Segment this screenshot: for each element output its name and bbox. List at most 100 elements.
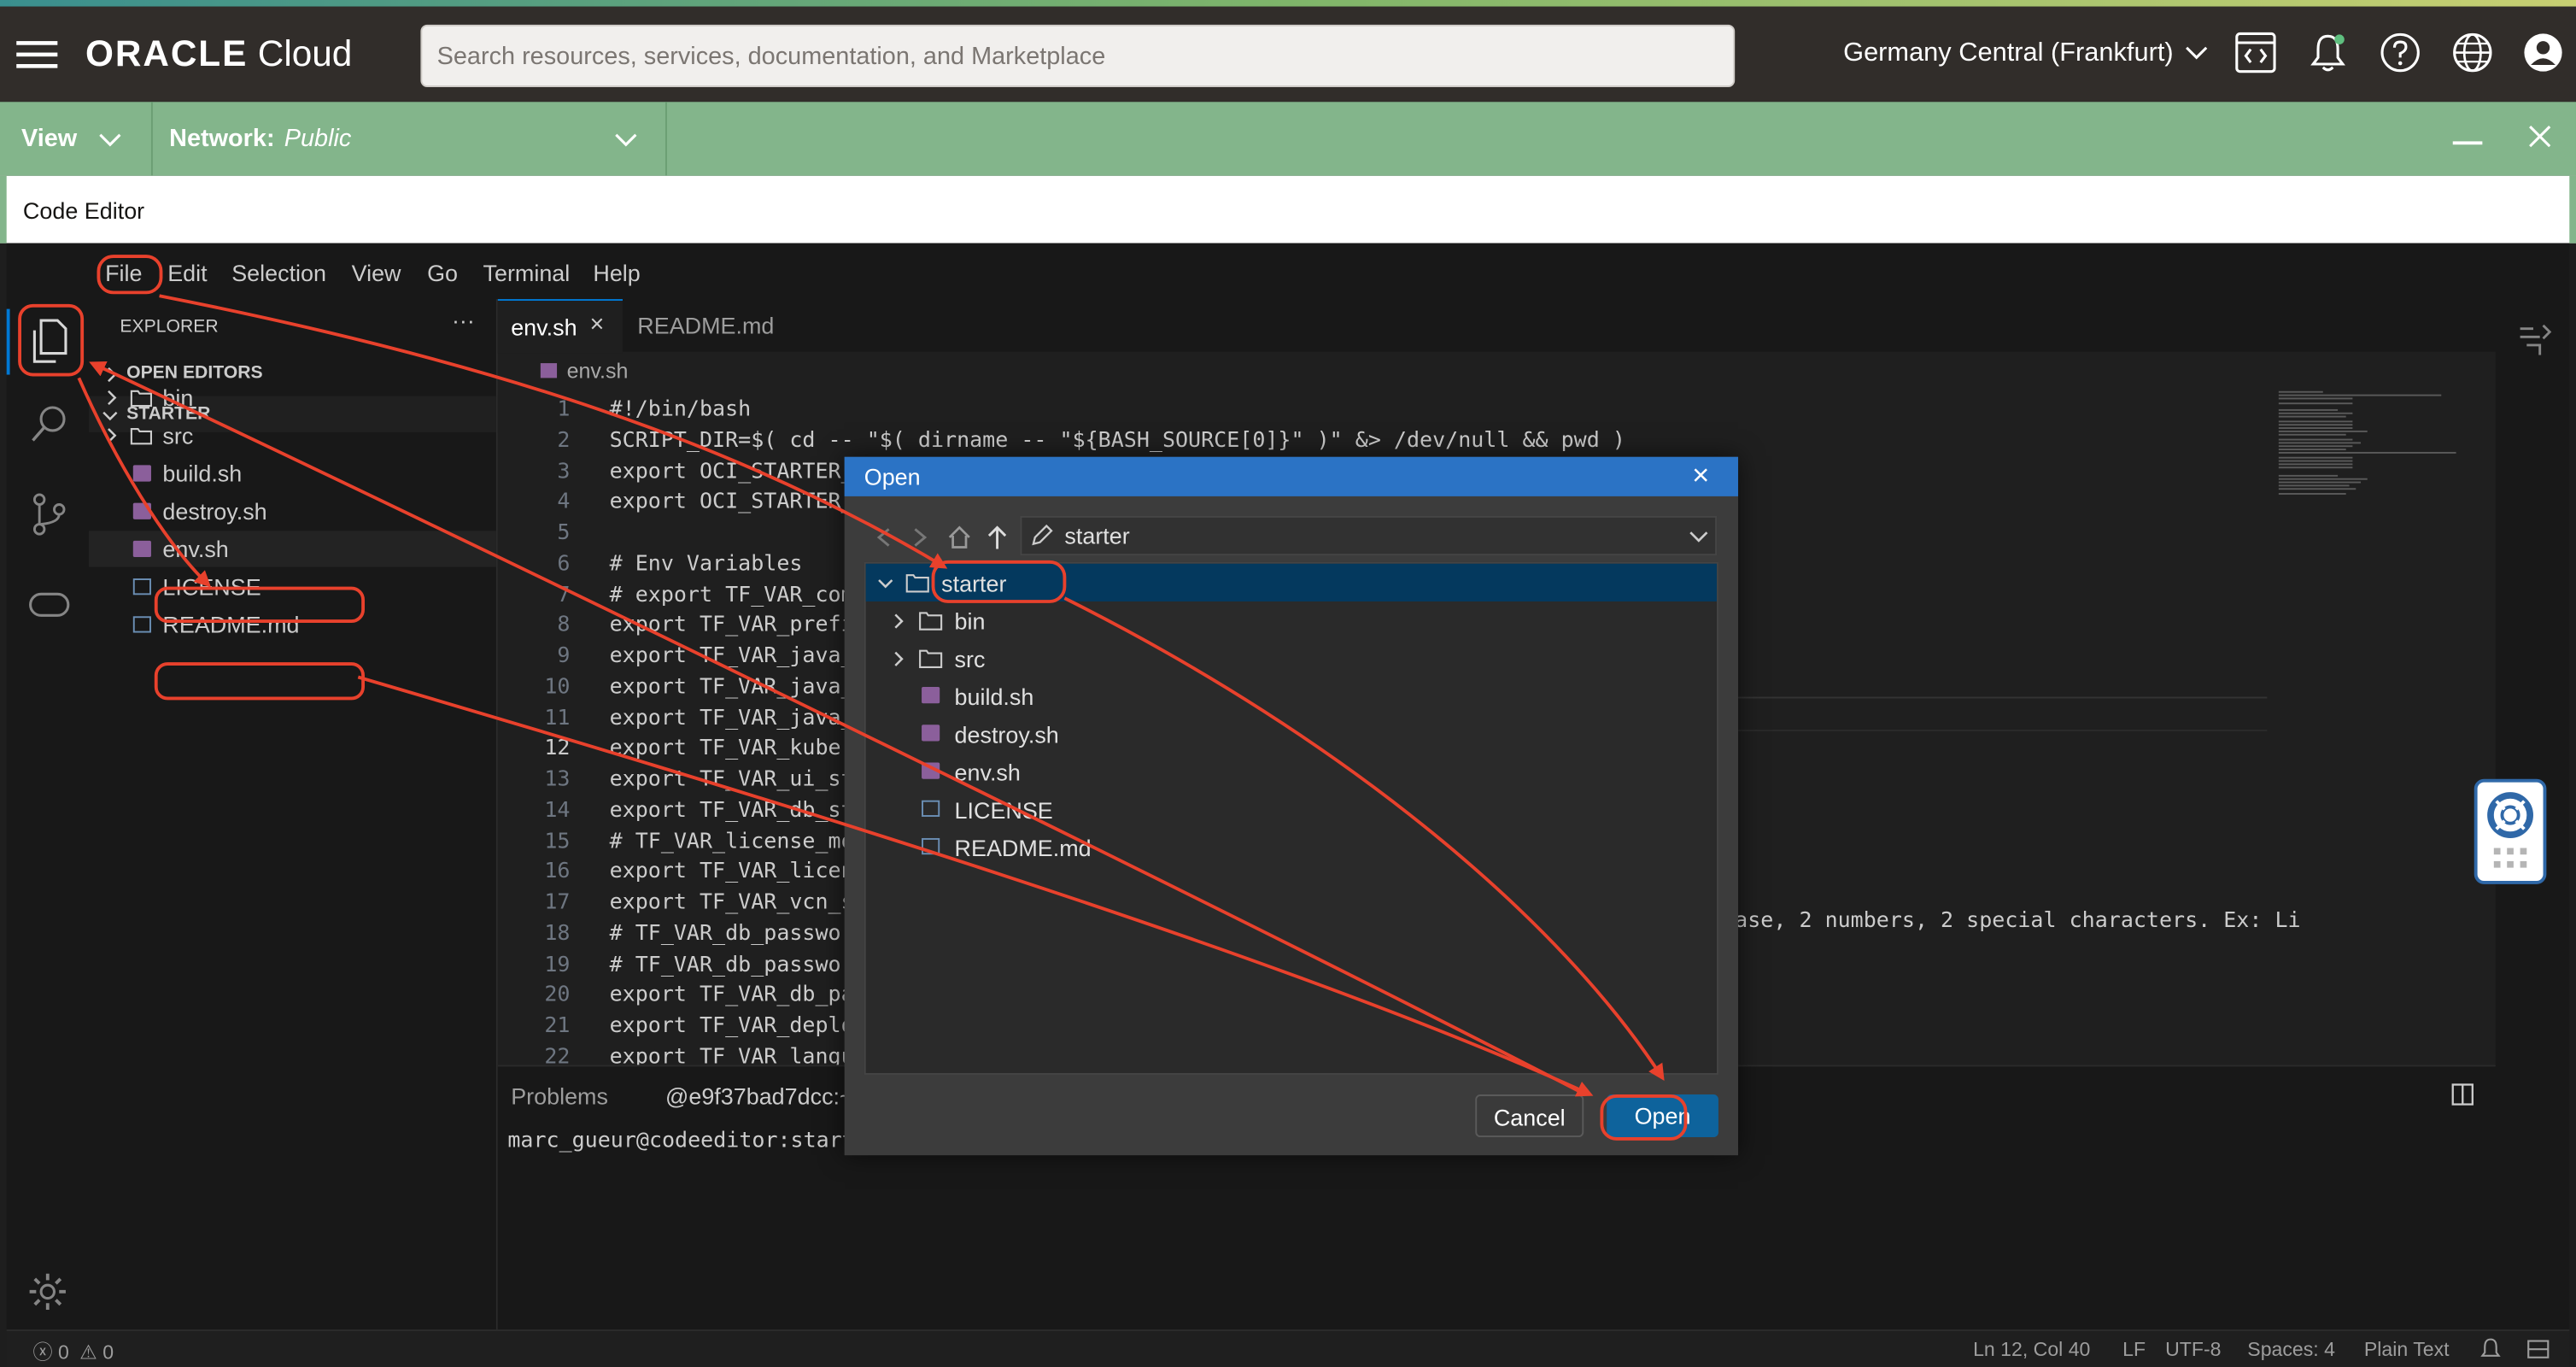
folder-icon: [905, 574, 929, 593]
home-icon[interactable]: [946, 525, 973, 551]
menu-file[interactable]: File: [105, 260, 142, 286]
source-control-icon[interactable]: [30, 493, 69, 536]
path-input[interactable]: starter: [1020, 515, 1718, 556]
forward-icon[interactable]: [910, 526, 930, 549]
chevron-down-icon: [2186, 46, 2209, 60]
code-editor-icon[interactable]: [2234, 32, 2280, 78]
line-number: 2: [557, 428, 571, 454]
line-number: 18: [544, 921, 571, 947]
bell-icon[interactable]: [2479, 1338, 2503, 1361]
file-label: bin: [954, 607, 986, 635]
explorer-item-readme-md[interactable]: README.md: [89, 607, 496, 642]
explorer-item-build-sh[interactable]: build.sh: [89, 455, 496, 491]
remote-icon[interactable]: [28, 591, 71, 618]
code-line: export TF_VAR_java_: [609, 706, 854, 730]
file-label: starter: [941, 570, 1007, 597]
code-line: export TF_VAR_db_pa: [609, 983, 854, 1008]
dialog-item-starter[interactable]: starter: [865, 563, 1718, 601]
explorer-item-license[interactable]: LICENSE: [89, 569, 496, 605]
explorer-item-bin[interactable]: bin: [89, 379, 496, 415]
help-widget[interactable]: [2474, 778, 2547, 884]
dialog-item-build-sh[interactable]: build.sh: [866, 677, 1717, 714]
shell-file-icon: [132, 540, 151, 558]
language-mode[interactable]: Plain Text: [2364, 1338, 2450, 1361]
split-panel-icon[interactable]: [2451, 1083, 2474, 1106]
close-tab-icon[interactable]: ×: [590, 311, 605, 339]
code-line: export TF_VAR_licen: [609, 860, 854, 885]
line-number: 10: [544, 675, 571, 700]
code-line: # TF_VAR_license_mo: [609, 829, 854, 854]
open-button[interactable]: Open: [1607, 1094, 1718, 1138]
dialog-item-readme-md[interactable]: README.md: [866, 828, 1717, 865]
help-icon[interactable]: [2379, 32, 2425, 78]
gear-icon[interactable]: [28, 1272, 67, 1311]
menu-help[interactable]: Help: [593, 260, 640, 286]
terminal-prompt[interactable]: marc_gueur@codeeditor:start: [507, 1129, 854, 1153]
indentation[interactable]: Spaces: 4: [2247, 1338, 2335, 1361]
search-icon[interactable]: [30, 404, 69, 443]
line-ending[interactable]: LF: [2122, 1338, 2146, 1361]
minimap-line: [2278, 390, 2323, 393]
close-icon[interactable]: [2526, 123, 2553, 150]
tab-readme-md[interactable]: README.md: [624, 299, 789, 352]
close-icon[interactable]: ×: [1692, 459, 1709, 493]
open-dialog: Open × starter starter bin src build.sh dest…: [844, 456, 1739, 1156]
chevron-down-icon: [615, 133, 637, 147]
dialog-item-env-sh[interactable]: env.sh: [866, 753, 1717, 790]
encoding[interactable]: UTF-8: [2165, 1338, 2221, 1361]
chevron-down-icon[interactable]: [1689, 529, 1708, 543]
back-icon[interactable]: [874, 526, 893, 549]
region-selector[interactable]: Germany Central (Frankfurt): [1843, 39, 2209, 69]
layout-icon[interactable]: [2526, 1340, 2550, 1359]
status-bar: ⓧ 0 ⚠ 0 Ln 12, Col 40 LF UTF-8 Spaces: 4…: [6, 1329, 2570, 1367]
menu-go[interactable]: Go: [427, 260, 458, 286]
cursor-position[interactable]: Ln 12, Col 40: [1973, 1338, 2090, 1361]
tab-problems[interactable]: Problems: [511, 1083, 608, 1110]
explorer-item-src[interactable]: src: [89, 418, 496, 454]
dialog-item-license[interactable]: LICENSE: [866, 790, 1717, 828]
code-line: # TF_VAR_db_passwor: [609, 921, 854, 947]
file-label: env.sh: [162, 536, 229, 562]
breadcrumb[interactable]: env.sh: [498, 352, 2496, 388]
menu-selection[interactable]: Selection: [231, 260, 326, 286]
menu-edit[interactable]: Edit: [167, 260, 207, 286]
user-icon[interactable]: [2522, 32, 2568, 78]
view-dropdown[interactable]: View: [0, 102, 153, 176]
explorer-item-destroy-sh[interactable]: destroy.sh: [89, 493, 496, 529]
tab-terminal[interactable]: @e9f37bad7dcc:~: [665, 1083, 853, 1110]
minimap-line: [2278, 484, 2350, 487]
minimap-line: [2278, 442, 2361, 443]
menu-view[interactable]: View: [352, 260, 401, 286]
explorer-item-env-sh[interactable]: env.sh: [88, 531, 496, 567]
search-input[interactable]: Search resources, services, documentatio…: [420, 24, 1736, 87]
file-label: destroy.sh: [162, 497, 267, 525]
bell-icon[interactable]: [2307, 32, 2353, 78]
explorer-icon[interactable]: [28, 319, 71, 365]
dialog-item-bin[interactable]: bin: [866, 601, 1717, 639]
error-icon: ⓧ: [32, 1341, 53, 1364]
minimap[interactable]: [2272, 381, 2479, 1055]
up-arrow-icon[interactable]: [986, 525, 1009, 551]
globe-icon[interactable]: [2451, 32, 2497, 78]
problems-count[interactable]: ⓧ 0 ⚠ 0: [32, 1338, 114, 1366]
more-actions-icon[interactable]: ···: [452, 308, 475, 334]
tab-env-sh[interactable]: env.sh ×: [497, 299, 623, 354]
dialog-item-destroy-sh[interactable]: destroy.sh: [866, 715, 1717, 753]
cancel-button[interactable]: Cancel: [1475, 1094, 1584, 1138]
line-number: 20: [544, 983, 571, 1008]
oracle-cloud-logo[interactable]: ORACLE Cloud: [85, 32, 352, 75]
network-dropdown[interactable]: Network: Public: [153, 102, 667, 176]
layout-toggle-icon[interactable]: [2517, 322, 2553, 358]
minimap-line: [2278, 402, 2353, 404]
folder-icon: [919, 649, 943, 668]
hamburger-menu-icon[interactable]: [15, 32, 61, 78]
dialog-item-src[interactable]: src: [866, 639, 1717, 677]
file-label: README.md: [162, 611, 300, 638]
explorer-title: EXPLORER: [120, 317, 219, 337]
minimize-icon[interactable]: [2452, 141, 2483, 145]
minimap-line: [2278, 466, 2353, 469]
line-number: 13: [544, 767, 571, 793]
line-number: 7: [557, 582, 571, 607]
top-accent-strip: [0, 0, 2576, 7]
menu-terminal[interactable]: Terminal: [483, 260, 570, 286]
